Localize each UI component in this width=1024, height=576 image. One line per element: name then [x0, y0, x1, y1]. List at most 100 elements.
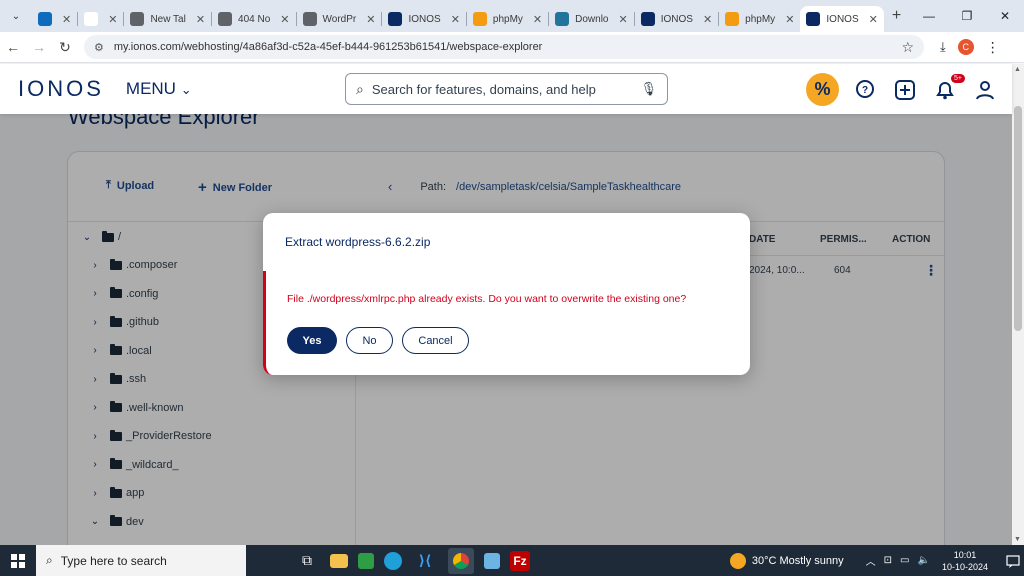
- site-info-icon[interactable]: ⚙: [94, 41, 104, 54]
- close-tab-icon[interactable]: ✕: [703, 13, 712, 26]
- globe-icon: [218, 12, 233, 26]
- notepad-icon[interactable]: [484, 552, 500, 569]
- add-icon[interactable]: [891, 76, 919, 104]
- tab-label: phpMy: [745, 13, 776, 25]
- chevron-up-icon[interactable]: ︿: [866, 553, 876, 568]
- taskbar-search-placeholder: Type here to search: [60, 553, 167, 568]
- url-input[interactable]: ⚙ my.ionos.com/webhosting/4a86af3d-c52a-…: [84, 35, 924, 59]
- notification-badge: 5+: [951, 73, 965, 83]
- phpmyadmin-icon: [725, 12, 740, 26]
- close-tab-icon[interactable]: ✕: [366, 13, 375, 26]
- taskbar-search[interactable]: ⌕ Type here to search: [36, 545, 246, 576]
- svg-text:?: ?: [862, 85, 868, 96]
- tab-label: WordPr: [322, 13, 357, 25]
- new-tab-button[interactable]: +: [892, 7, 901, 25]
- app-header: IONOS MENU ⌄ ⌕ Search for features, doma…: [0, 64, 1012, 114]
- user-account-icon[interactable]: [971, 76, 999, 104]
- browser-tab[interactable]: phpMy ✕: [719, 6, 800, 32]
- minimize-button[interactable]: —: [910, 0, 948, 32]
- page-scrollbar[interactable]: ▲ ▼: [1012, 64, 1024, 545]
- search-input[interactable]: ⌕ Search for features, domains, and help…: [345, 73, 668, 105]
- chrome-icon: [130, 12, 145, 26]
- close-tab-icon[interactable]: ✕: [785, 13, 794, 26]
- globe-icon: [302, 12, 317, 26]
- tab-label: 404 No: [238, 13, 271, 25]
- yes-button[interactable]: Yes: [287, 327, 337, 354]
- volume-icon[interactable]: 🔈: [918, 555, 930, 566]
- download-icon[interactable]: ⤓: [940, 39, 946, 55]
- tab-label: IONOS: [826, 13, 859, 25]
- browser-tab[interactable]: ✕: [32, 6, 77, 32]
- tab-search-button[interactable]: ⌄: [6, 6, 26, 26]
- clock[interactable]: 10:01 10-10-2024: [942, 549, 988, 573]
- scroll-up-icon[interactable]: ▲: [1014, 66, 1021, 73]
- tab-label: IONOS: [408, 13, 441, 25]
- profile-avatar[interactable]: C: [957, 39, 974, 55]
- help-chat-icon[interactable]: ?: [851, 76, 879, 104]
- back-button[interactable]: ←: [0, 39, 26, 55]
- weather-widget[interactable]: 30°C Mostly sunny: [729, 552, 844, 569]
- close-tab-icon[interactable]: ✕: [108, 13, 117, 26]
- system-tray: 30°C Mostly sunny ︿ ⊡ ▭ 🔈 10:01 10-10-20…: [729, 545, 1024, 576]
- promo-button[interactable]: %: [806, 73, 839, 106]
- dialog-warning: File ./wordpress/xmlrpc.php already exis…: [263, 271, 750, 375]
- tab-label: phpMy: [492, 13, 523, 25]
- browser-tab[interactable]: IONOS ✕: [800, 6, 884, 32]
- window-controls: — ❐ ✕: [910, 0, 1024, 32]
- display-icon[interactable]: ▭: [900, 555, 909, 566]
- dialog-message: File ./wordpress/xmlrpc.php already exis…: [287, 293, 687, 305]
- notification-center-icon[interactable]: [1002, 554, 1024, 568]
- tab-label: New Tal: [150, 13, 186, 25]
- forward-button[interactable]: →: [26, 39, 52, 55]
- close-tab-icon[interactable]: ✕: [62, 13, 71, 26]
- ionos-logo[interactable]: IONOS: [18, 76, 104, 102]
- windows-taskbar: ⌕ Type here to search ⧉ ⟩⟨ Fz 30°C Mostl…: [0, 545, 1024, 576]
- start-button[interactable]: [0, 545, 36, 576]
- browser-tab[interactable]: Downlo ✕: [549, 6, 634, 32]
- vscode-icon[interactable]: ⟩⟨: [412, 548, 438, 574]
- chrome-icon[interactable]: [448, 547, 474, 574]
- ionos-icon: [806, 12, 821, 26]
- no-button[interactable]: No: [346, 327, 393, 354]
- tab-label: Downlo: [575, 13, 609, 25]
- close-tab-icon[interactable]: ✕: [280, 13, 289, 26]
- browser-tab[interactable]: ✕: [78, 6, 123, 32]
- browser-menu-icon[interactable]: ⋮: [986, 39, 1000, 56]
- close-tab-icon[interactable]: ✕: [451, 13, 460, 26]
- close-tab-icon[interactable]: ✕: [619, 13, 628, 26]
- browser-tab-bar: ⌄ ✕ ✕ New Tal ✕ 404 No ✕ WordPr ✕ IONOS ✕ phpMy ✕ Do…: [0, 0, 1024, 32]
- filezilla-icon[interactable]: Fz: [510, 550, 530, 571]
- scroll-down-icon[interactable]: ▼: [1014, 536, 1021, 543]
- edge-icon[interactable]: [384, 551, 402, 570]
- bookmark-star-icon[interactable]: ☆: [901, 39, 914, 56]
- extract-dialog: Extract wordpress-6.6.2.zip File ./wordp…: [263, 213, 750, 375]
- phpmyadmin-icon: [472, 12, 487, 26]
- browser-tab[interactable]: IONOS ✕: [635, 6, 718, 32]
- browser-tab[interactable]: WordPr ✕: [297, 6, 382, 32]
- menu-button[interactable]: MENU ⌄: [126, 79, 192, 99]
- close-tab-icon[interactable]: ✕: [196, 13, 205, 26]
- menu-label: MENU: [125, 79, 176, 98]
- close-tab-icon[interactable]: ✕: [533, 13, 542, 26]
- close-tab-icon[interactable]: ✕: [869, 13, 878, 26]
- task-view-icon[interactable]: ⧉: [294, 548, 320, 574]
- maximize-button[interactable]: ❐: [948, 0, 986, 32]
- browser-tab[interactable]: 404 No ✕: [212, 6, 295, 32]
- file-explorer-icon[interactable]: [330, 553, 348, 568]
- browser-tab[interactable]: phpMy ✕: [467, 6, 548, 32]
- tab-strip: ✕ ✕ New Tal ✕ 404 No ✕ WordPr ✕ IONOS ✕ phpMy ✕ Down…: [32, 0, 884, 32]
- search-placeholder: Search for features, domains, and help: [371, 81, 596, 97]
- tab-label: IONOS: [660, 13, 693, 25]
- wordpress-icon: [555, 12, 570, 26]
- browser-tab[interactable]: New Tal ✕: [124, 6, 211, 32]
- close-window-button[interactable]: ✕: [986, 0, 1024, 32]
- scrollbar-thumb[interactable]: [1014, 106, 1022, 331]
- notification-bell-icon[interactable]: 5+: [931, 73, 965, 104]
- cancel-button[interactable]: Cancel: [402, 327, 469, 354]
- network-icon[interactable]: ⊡: [884, 555, 892, 566]
- microphone-icon[interactable]: 🎙: [640, 81, 657, 97]
- browser-tab[interactable]: IONOS ✕: [382, 6, 465, 32]
- weather-text: 30°C Mostly sunny: [751, 554, 844, 567]
- reload-button[interactable]: ↻: [52, 39, 78, 56]
- green-app-icon[interactable]: [358, 552, 374, 569]
